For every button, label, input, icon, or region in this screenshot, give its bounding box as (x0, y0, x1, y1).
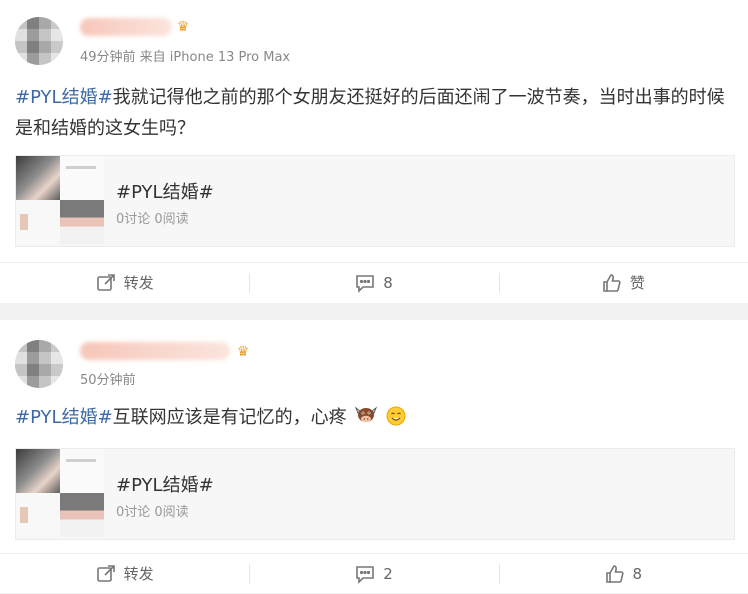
topic-card[interactable]: #PYL结婚# 0讨论 0阅读 (15, 448, 735, 540)
repost-button[interactable]: 转发 (0, 554, 249, 594)
comment-button[interactable]: 8 (249, 263, 498, 303)
action-bar: 转发 8 赞 (0, 262, 748, 303)
username-redacted[interactable] (80, 18, 172, 36)
repost-label: 转发 (123, 274, 154, 292)
comment-count: 2 (383, 565, 393, 583)
post-content: #PYL结婚#互联网应该是有记忆的，心疼 (15, 402, 730, 433)
avatar-mosaic (15, 17, 63, 65)
avatar-mosaic (15, 340, 63, 388)
crown-badge-icon: ♛ (236, 344, 250, 360)
username-redacted[interactable] (80, 342, 230, 360)
crown-badge-icon: ♛ (176, 19, 190, 35)
comment-count: 8 (383, 274, 393, 292)
avatar[interactable] (15, 340, 63, 388)
topic-title: #PYL结婚# (116, 475, 214, 496)
repost-icon (96, 565, 115, 582)
cow-emoji (355, 406, 378, 423)
hashtag-link[interactable]: #PYL结婚# (15, 407, 113, 428)
topic-card[interactable]: #PYL结婚# 0讨论 0阅读 (15, 155, 735, 247)
comment-icon (356, 275, 375, 293)
post-meta: 50分钟前 (80, 373, 136, 388)
topic-title: #PYL结婚# (116, 182, 214, 203)
comment-icon (356, 566, 375, 584)
post-meta: 49分钟前 来自 iPhone 13 Pro Max (80, 50, 291, 65)
action-bar: 转发 2 8 (0, 553, 748, 594)
like-button[interactable]: 赞 (498, 263, 748, 303)
like-button[interactable]: 8 (498, 554, 748, 594)
post-content: #PYL结婚#我就记得他之前的那个女朋友还挺好的后面还闹了一波节奏，当时出事的时… (15, 82, 730, 144)
repost-label: 转发 (123, 565, 154, 583)
thumbs-up-icon (605, 565, 624, 583)
avatar[interactable] (15, 17, 63, 65)
repost-button[interactable]: 转发 (0, 263, 249, 303)
smile-emoji (386, 406, 406, 426)
like-count: 8 (632, 565, 643, 583)
post-text: 互联网应该是有记忆的，心疼 (112, 407, 347, 428)
comment-button[interactable]: 2 (249, 554, 498, 594)
post-card: ♛ 49分钟前 来自 iPhone 13 Pro Max #PYL结婚#我就记得… (0, 0, 748, 303)
like-label: 赞 (629, 274, 645, 292)
topic-stats: 0讨论 0阅读 (116, 505, 189, 520)
topic-stats: 0讨论 0阅读 (116, 212, 189, 227)
hashtag-link[interactable]: #PYL结婚# (15, 87, 113, 108)
topic-thumbnail (16, 156, 104, 244)
post-text: 我就记得他之前的那个女朋友还挺好的后面还闹了一波节奏，当时出事的时候是和结婚的这… (15, 87, 725, 139)
thumbs-up-icon (603, 274, 621, 292)
post-card: ♛ 50分钟前 #PYL结婚#互联网应该是有记忆的，心疼 #PYL结婚# 0讨论… (0, 320, 748, 593)
repost-icon (96, 274, 115, 291)
topic-thumbnail (16, 449, 104, 537)
